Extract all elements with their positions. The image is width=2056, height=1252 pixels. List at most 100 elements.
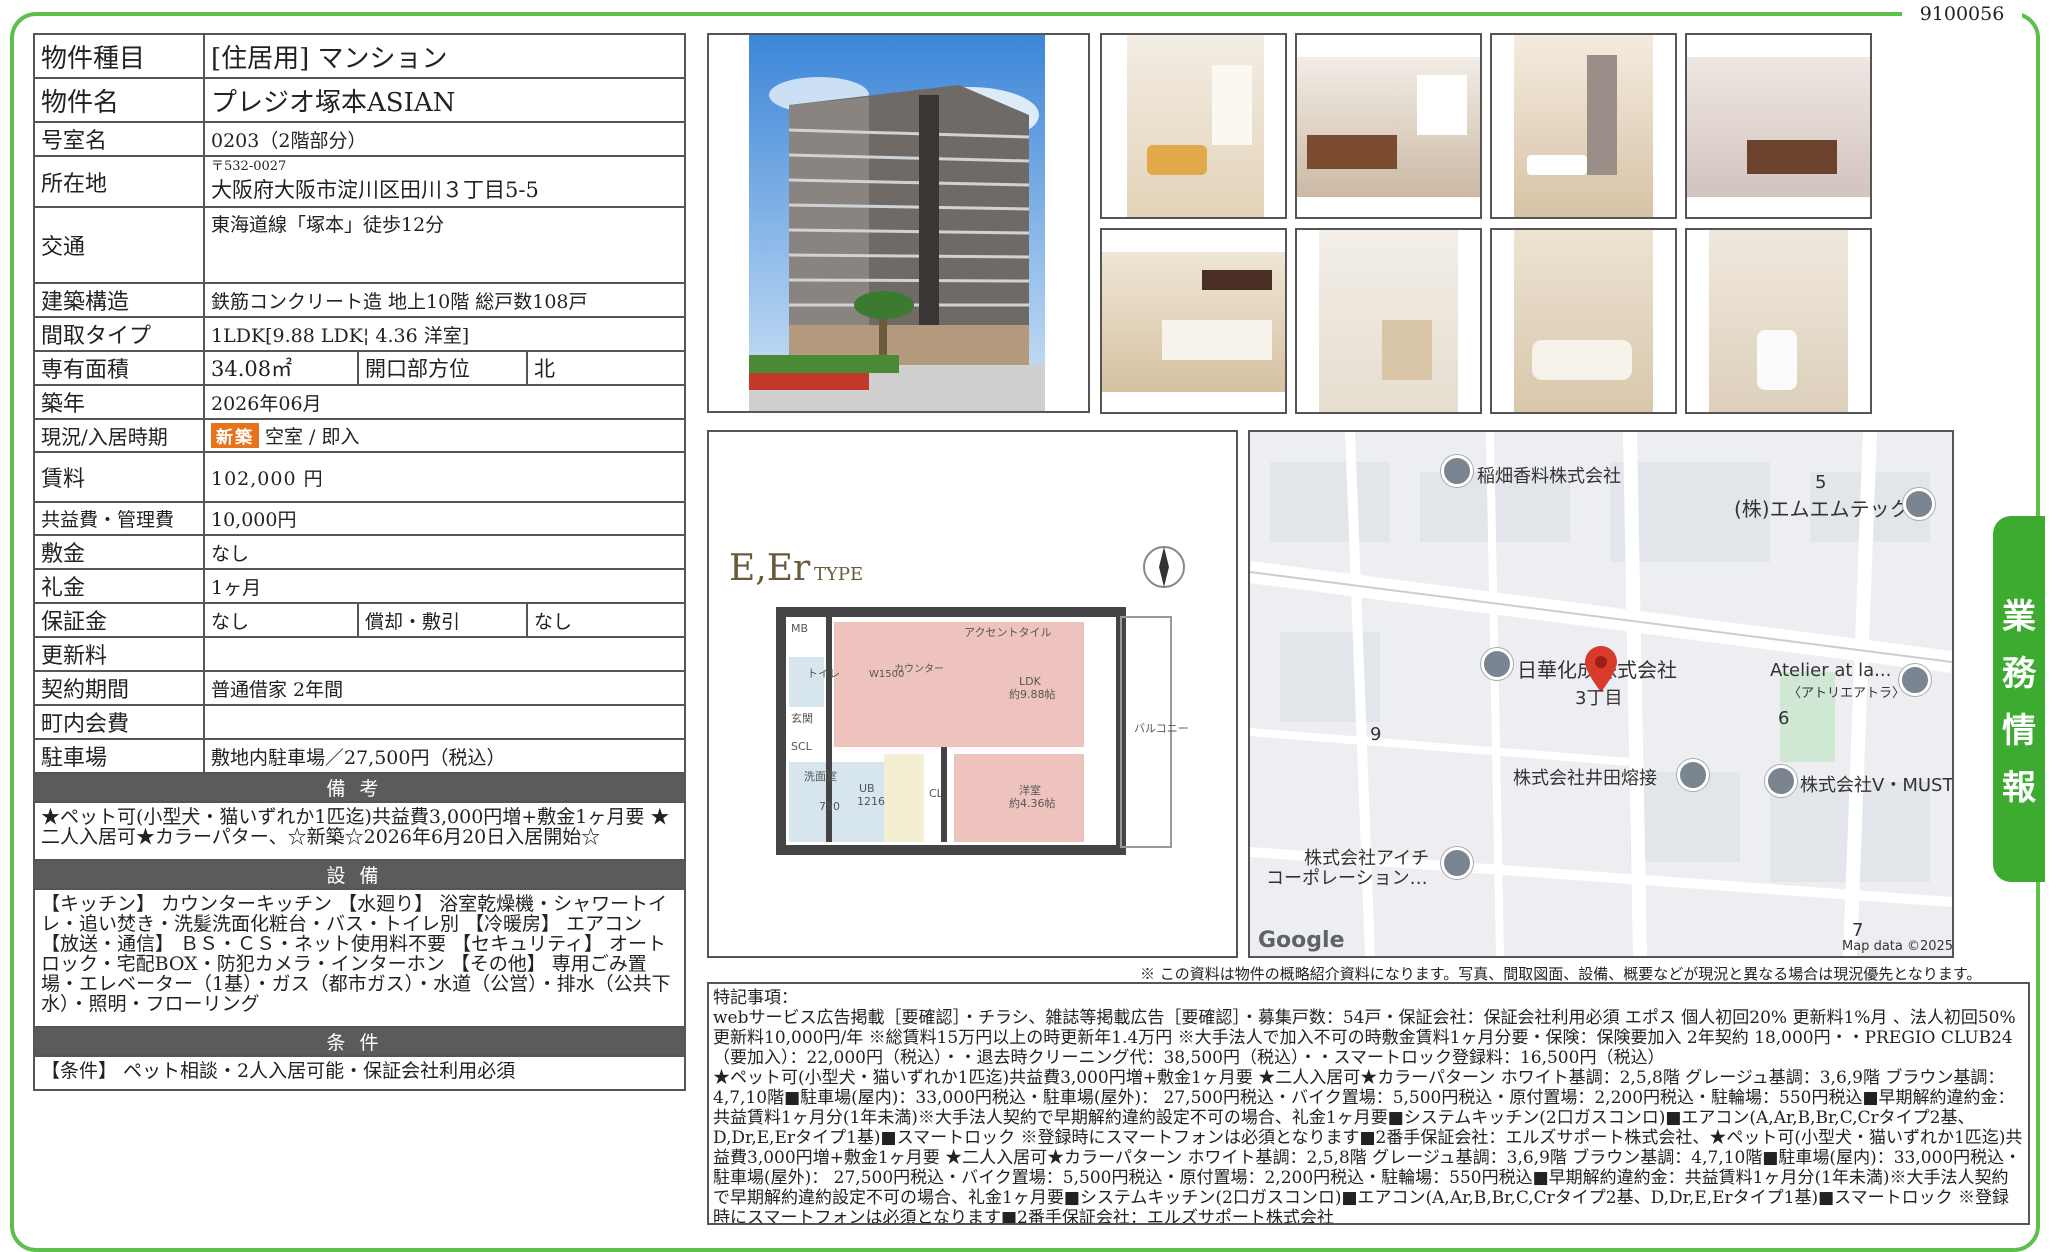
equipment-text: 【キッチン】 カウンターキッチン 【水廻り】 浴室乾燥機・シャワートイレ・追い焚… xyxy=(33,888,686,1028)
zip-code: 〒532-0027 xyxy=(211,158,287,174)
address-cell: 〒532-0027 大阪府大阪市淀川区田川３丁目5-5 xyxy=(203,155,686,208)
closet-label: CL xyxy=(929,787,944,800)
remarks-header: 備考 xyxy=(33,772,686,803)
area-label: 専有面積 xyxy=(33,350,205,386)
floor-plan[interactable]: E,Er TYPE アクセントタイル LDK 約9.88帖 洋室 約4.36帖 … xyxy=(707,430,1238,958)
map-block-number: 5 xyxy=(1815,472,1827,493)
interior-photo-toilet[interactable] xyxy=(1685,228,1872,414)
map-label-3chome: 3丁目 xyxy=(1575,688,1623,709)
map-pin-icon[interactable] xyxy=(1903,488,1935,520)
contract-value: 普通借家 2年間 xyxy=(203,670,686,706)
rent-label: 賃料 xyxy=(33,451,205,503)
entrance-label: 玄関 xyxy=(791,711,813,725)
location-map[interactable]: 稲畑香料株式会社 (株)エムエムテック 日華化成株式会社 3丁目 Atelier… xyxy=(1248,430,1954,958)
counter-label: カウンター xyxy=(894,663,944,675)
name-label: 物件名 xyxy=(33,77,205,123)
address-label: 所在地 xyxy=(33,155,205,208)
deposit-label: 敷金 xyxy=(33,534,205,570)
special-notes-title: 特記事項： xyxy=(713,988,798,1008)
built-value: 2026年06月 xyxy=(203,384,686,420)
interior-photo-bathroom[interactable] xyxy=(1490,228,1677,414)
western-room-size-label: 約4.36帖 xyxy=(1009,796,1056,810)
building-exterior-photo[interactable] xyxy=(707,33,1090,413)
interior-photo-bedroom[interactable] xyxy=(1295,33,1482,219)
side-tab-char: 報 xyxy=(2002,768,2036,808)
plan-type-label: E,Er xyxy=(729,548,811,589)
map-pin-icon[interactable] xyxy=(1441,847,1473,879)
map-label-ida: 株式会社井田熔接 xyxy=(1513,768,1657,789)
business-info-tab[interactable]: 業 務 情 報 xyxy=(1993,516,2045,882)
map-pin-icon[interactable] xyxy=(1899,664,1931,696)
deposit-value: なし xyxy=(203,534,686,570)
rent-value: 102,000 円 xyxy=(203,451,686,503)
access-value: 東海道線「塚本」徒歩12分 xyxy=(203,206,686,284)
map-label-atelier: Atelier at la... xyxy=(1770,660,1892,681)
guarantee-label: 保証金 xyxy=(33,602,205,638)
disclaimer-text: ※ この資料は物件の概略紹介資料になります。写真、間取図面、設備、概要などが現況… xyxy=(1140,965,1982,983)
map-pin-icon[interactable] xyxy=(1441,455,1473,487)
floor-plan-drawing: E,Er TYPE アクセントタイル LDK 約9.88帖 洋室 約4.36帖 … xyxy=(729,546,1189,855)
room-value: 0203（2階部分） xyxy=(203,121,686,157)
renewal-label: 更新料 xyxy=(33,636,205,672)
interior-photo-washroom[interactable] xyxy=(1295,228,1482,414)
ldk-size-label: 約9.88帖 xyxy=(1009,687,1056,701)
map-label-atelier-kana: 〈アトリエアトラ〉 xyxy=(1788,686,1906,701)
map-label-mm-tech: (株)エムエムテック xyxy=(1734,497,1910,521)
accent-tile-label: アクセントタイル xyxy=(964,626,1051,639)
side-tab-char: 情 xyxy=(2002,711,2036,751)
guarantee-value: なし xyxy=(203,602,359,638)
equipment-header: 設備 xyxy=(33,859,686,890)
layout-value: 1LDK[9.88 LDK¦ 4.36 洋室] xyxy=(203,316,686,352)
ub-label: UB xyxy=(859,782,875,795)
parking-label: 駐車場 xyxy=(33,738,205,774)
conditions-text: 【条件】 ペット相談・2人入居可能・保証会社利用必須 xyxy=(33,1055,686,1091)
area-value: 34.08㎡ xyxy=(203,350,359,386)
special-notes: 特記事項： webサービス広告掲載［要確認］・チラシ、雑誌等掲載広告［要確認］・… xyxy=(707,982,2030,1225)
side-tab-char: 務 xyxy=(2002,654,2036,694)
map-block-number: 6 xyxy=(1778,708,1790,729)
parking-value: 敷地内駐車場／27,500円（税込） xyxy=(203,738,686,774)
direction-value: 北 xyxy=(526,350,686,386)
plan-type-suffix: TYPE xyxy=(814,564,863,585)
amortization-label: 償却・敷引 xyxy=(357,602,528,638)
type-label: 物件種目 xyxy=(33,33,205,79)
ub-size-label: 1216 xyxy=(857,795,885,808)
map-label-corporation: コーポレーション… xyxy=(1266,868,1428,889)
side-tab-char: 業 xyxy=(2002,597,2036,637)
contract-label: 契約期間 xyxy=(33,670,205,706)
renewal-value xyxy=(203,636,686,672)
access-label: 交通 xyxy=(33,206,205,284)
building-illustration xyxy=(749,35,1045,411)
interior-photo-kitchen[interactable] xyxy=(1100,228,1287,414)
keymoney-label: 礼金 xyxy=(33,568,205,604)
community-fee-label: 町内会費 xyxy=(33,704,205,740)
built-label: 築年 xyxy=(33,384,205,420)
special-notes-line: ★ペット可(小型犬・猫いずれか1匹迄)共益費3,000円増+敷金1ヶ月要 ★二人… xyxy=(713,1068,2023,1225)
washroom-label: 洗面室 xyxy=(804,769,837,783)
map-pin-icon[interactable] xyxy=(1481,648,1513,680)
room-label: 号室名 xyxy=(33,121,205,157)
map-block-number: 7 xyxy=(1852,920,1864,941)
amortization-value: なし xyxy=(526,602,686,638)
keymoney-value: 1ヶ月 xyxy=(203,568,686,604)
map-pin-icon[interactable] xyxy=(1765,765,1797,797)
structure-value: 鉄筋コンクリート造 地上10階 総戸数108戸 xyxy=(203,282,686,318)
map-label-inabata: 稲畑香料株式会社 xyxy=(1477,466,1621,487)
interior-photo-dining[interactable] xyxy=(1490,33,1677,219)
interior-photo-living[interactable] xyxy=(1100,33,1287,219)
interior-photo-bedroom-2[interactable] xyxy=(1685,33,1872,219)
google-logo: Google xyxy=(1258,928,1345,953)
balcony-label: バルコニー xyxy=(1134,722,1189,735)
name-value: プレジオ塚本ASIAN xyxy=(203,77,686,123)
direction-label: 開口部方位 xyxy=(357,350,528,386)
scl-label: SCL xyxy=(791,740,813,753)
conditions-header: 条件 xyxy=(33,1026,686,1057)
new-build-badge: 新築 xyxy=(211,423,259,448)
map-pin-icon[interactable] xyxy=(1677,759,1709,791)
layout-label: 間取タイプ xyxy=(33,316,205,352)
remarks-text: ★ペット可(小型犬・猫いずれか1匹迄)共益費3,000円増+敷金1ヶ月要 ★二人… xyxy=(33,801,686,861)
property-table: 物件種目 [住居用] マンション 物件名 プレジオ塚本ASIAN 号室名 020… xyxy=(33,33,686,1091)
structure-label: 建築構造 xyxy=(33,282,205,318)
map-credit: Map data ©2025 xyxy=(1842,939,1954,954)
wash-size-label: 750 xyxy=(819,800,840,813)
